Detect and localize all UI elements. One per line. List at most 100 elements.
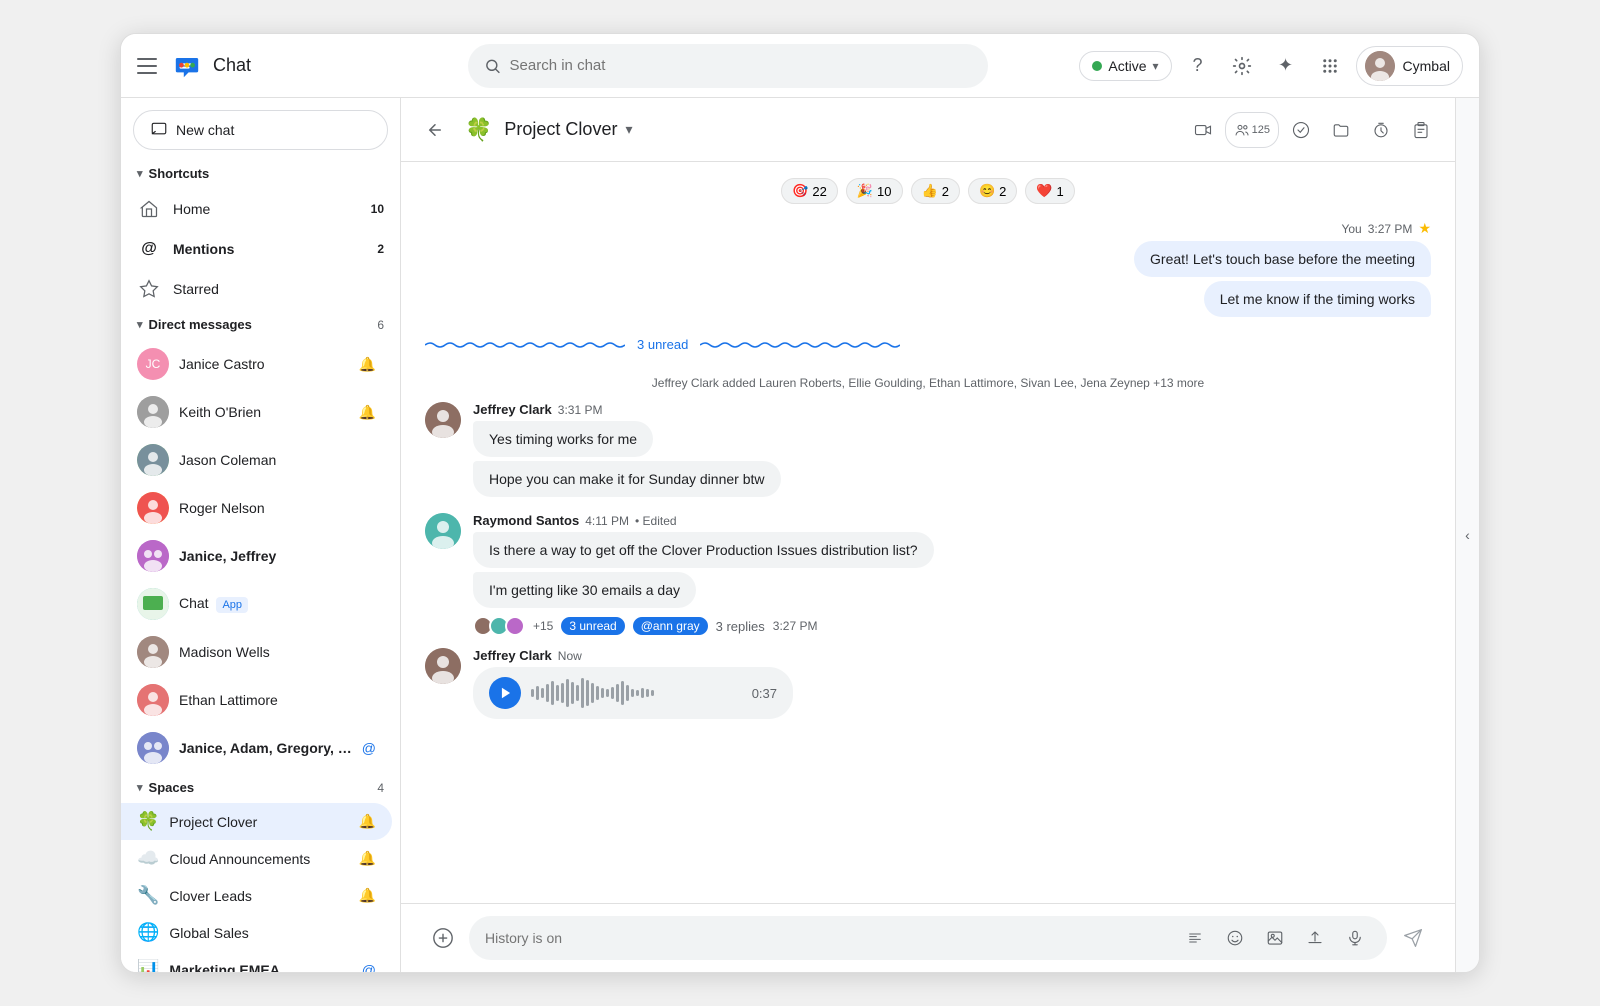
spaces-section-header[interactable]: ▾ Spaces 4 (121, 772, 400, 803)
sidebar-item-cloud-announcements[interactable]: ☁️ Cloud Announcements 🔔 (121, 840, 392, 877)
back-button[interactable] (417, 112, 453, 148)
jeffrey-clark-avatar-2 (425, 648, 461, 684)
add-attachment-button[interactable] (425, 920, 461, 956)
search-icon (484, 57, 501, 75)
mentions-icon: @ (137, 237, 161, 261)
sent-sender: You (1341, 222, 1361, 236)
spaces-count: 4 (377, 781, 384, 795)
status-dot (1092, 61, 1102, 71)
cymbal-account-button[interactable]: Cymbal (1356, 46, 1463, 86)
active-status-button[interactable]: Active ▾ (1079, 51, 1171, 81)
sidebar-item-global-sales[interactable]: 🌐 Global Sales (121, 914, 392, 951)
right-panel-collapse[interactable]: ‹ (1455, 98, 1479, 972)
search-input-wrap[interactable] (468, 44, 988, 88)
sidebar-item-starred[interactable]: Starred (121, 269, 400, 309)
janice-avatar: JC (137, 348, 169, 380)
reaction-chip-4[interactable]: 😊 2 (968, 178, 1017, 204)
sparkle-button[interactable]: ✦ (1268, 48, 1304, 84)
search-input[interactable] (510, 57, 973, 74)
upload-button[interactable] (1299, 922, 1331, 954)
image-button[interactable] (1259, 922, 1291, 954)
thread-row[interactable]: +15 3 unread @ann gray 3 replies 3:27 PM (473, 616, 1431, 636)
thread-avatars (473, 616, 525, 636)
reaction-chip-3[interactable]: 👍 2 (911, 178, 960, 204)
format-text-button[interactable] (1179, 922, 1211, 954)
upload-icon (1306, 929, 1324, 947)
timer-button[interactable] (1363, 112, 1399, 148)
sidebar-item-keith[interactable]: Keith O'Brien 🔔 (121, 388, 392, 436)
sidebar-item-madison[interactable]: Madison Wells (121, 628, 392, 676)
sidebar-item-chat-app[interactable]: Chat App (121, 580, 392, 628)
reaction-chip-1[interactable]: 🎯 22 (781, 178, 838, 204)
ethan-avatar (137, 684, 169, 716)
emoji-button[interactable] (1219, 922, 1251, 954)
video-call-button[interactable] (1185, 112, 1221, 148)
reaction-chip-5[interactable]: ❤️ 1 (1025, 178, 1074, 204)
send-button[interactable] (1395, 920, 1431, 956)
input-field-wrap[interactable] (469, 916, 1387, 960)
chat-logo-icon (171, 50, 203, 82)
sidebar-item-janice-jeffrey[interactable]: Janice, Jeffrey (121, 532, 392, 580)
sidebar-item-home[interactable]: Home 10 (121, 189, 400, 229)
wave-bar (616, 684, 619, 702)
app-title: Chat (213, 55, 251, 76)
sidebar-item-project-clover[interactable]: 🍀 Project Clover 🔔 (121, 803, 392, 840)
sidebar-item-clover-leads[interactable]: 🔧 Clover Leads 🔔 (121, 877, 392, 914)
global-sales-label: Global Sales (169, 925, 376, 941)
chat-title[interactable]: Project Clover ▾ (504, 119, 632, 140)
sent-time: 3:27 PM (1368, 222, 1413, 236)
marketing-emea-label: Marketing EMEA (169, 962, 351, 973)
chat-title-chevron-icon: ▾ (625, 121, 632, 138)
chat-panel: 🍀 Project Clover ▾ (401, 98, 1455, 972)
mic-button[interactable] (1339, 922, 1371, 954)
settings-button[interactable] (1224, 48, 1260, 84)
shortcuts-section-header[interactable]: ▾ Shortcuts (121, 158, 400, 189)
folder-button[interactable] (1323, 112, 1359, 148)
new-chat-button[interactable]: New chat (133, 110, 388, 150)
raymond-santos-content: Raymond Santos 4:11 PM • Edited Is there… (473, 513, 1431, 636)
cymbal-label: Cymbal (1403, 58, 1450, 74)
help-button[interactable]: ? (1180, 48, 1216, 84)
tasks-button[interactable] (1283, 112, 1319, 148)
jeffrey-voice-meta: Jeffrey Clark Now (473, 648, 1431, 663)
jeffrey-voice-sender: Jeffrey Clark (473, 648, 552, 663)
hamburger-menu-button[interactable] (137, 54, 161, 78)
dm-section-header[interactable]: ▾ Direct messages 6 (121, 309, 400, 340)
janice-label: Janice Castro (179, 356, 349, 372)
sidebar-item-mentions[interactable]: @ Mentions 2 (121, 229, 400, 269)
messages-area[interactable]: 🎯 22 🎉 10 👍 2 😊 2 ❤️ 1 You 3:27 PM ★ Gre… (401, 162, 1455, 903)
shortcuts-label: Shortcuts (149, 166, 210, 181)
group-avatar (137, 732, 169, 764)
people-count: 125 (1252, 124, 1270, 136)
sidebar-item-marketing-emea[interactable]: 📊 Marketing EMEA @ (121, 951, 392, 972)
clipboard-button[interactable] (1403, 112, 1439, 148)
message-input[interactable] (485, 930, 1171, 946)
clover-leads-label: Clover Leads (169, 888, 348, 904)
mention-chip: @ann gray (633, 617, 708, 635)
sidebar-item-ethan[interactable]: Ethan Lattimore (121, 676, 392, 724)
thread-time: 3:27 PM (773, 619, 818, 633)
sidebar-item-group[interactable]: Janice, Adam, Gregory, Jose... @ (121, 724, 392, 772)
send-icon (1403, 928, 1423, 948)
sidebar-item-jason[interactable]: Jason Coleman (121, 436, 392, 484)
project-clover-label: Project Clover (169, 814, 348, 830)
raymond-santos-name: Raymond Santos (473, 513, 579, 528)
new-chat-icon (150, 121, 168, 139)
reaction-chip-2[interactable]: 🎉 10 (846, 178, 903, 204)
sidebar-item-roger[interactable]: Roger Nelson (121, 484, 392, 532)
jason-avatar (137, 444, 169, 476)
star-icon: ★ (1418, 220, 1431, 237)
global-sales-icon: 🌐 (137, 922, 159, 943)
grid-button[interactable] (1312, 48, 1348, 84)
top-bar-left: Chat (137, 50, 417, 82)
jeffrey-voice-time: Now (558, 649, 582, 663)
people-button[interactable]: 125 (1225, 112, 1279, 148)
sidebar-item-janice[interactable]: JC Janice Castro 🔔 (121, 340, 392, 388)
mentions-label: Mentions (173, 241, 365, 257)
chat-app-label: Chat App (179, 595, 376, 613)
top-bar-right: Active ▾ ? ✦ (1079, 46, 1463, 86)
play-button[interactable] (489, 677, 521, 709)
sent-bubble-2: Let me know if the timing works (1204, 281, 1431, 317)
chat-app-avatar (137, 588, 169, 620)
raymond-santos-avatar (425, 513, 461, 549)
